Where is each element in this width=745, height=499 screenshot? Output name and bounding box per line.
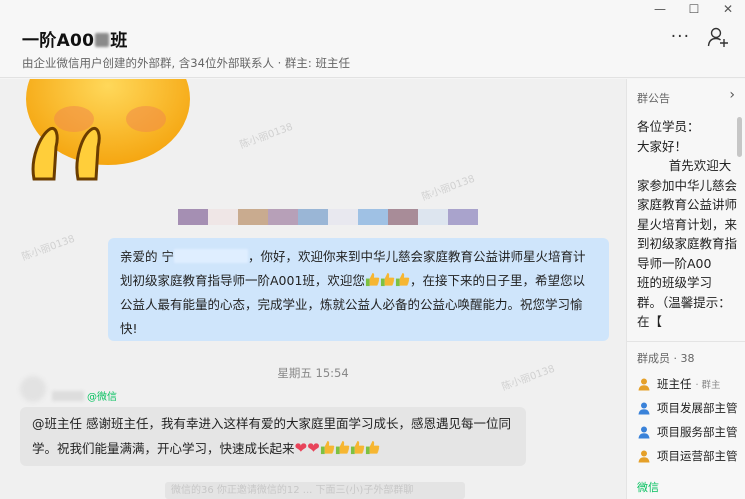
watermark: 陈小丽0138: [238, 121, 295, 152]
maximize-button[interactable]: ☐: [677, 0, 711, 18]
watermark: 陈小丽0138: [20, 233, 77, 264]
thumbs-up-icon: [365, 272, 380, 287]
wechat-label: 微信: [637, 481, 659, 494]
member-name: 项目运营部主管: [657, 449, 738, 463]
announcement-line: 大家好！: [637, 138, 688, 154]
window-controls: — ☐ ✕: [643, 0, 745, 18]
heart-icon: ❤: [294, 439, 308, 457]
message-bubble-self[interactable]: 亲爱的 宁，你好，欢迎你来到中华儿慈会家庭教育公益讲师星火培育计划初级家庭教育指…: [108, 238, 609, 341]
group-title-prefix: 一阶A00: [22, 31, 95, 51]
person-icon: [638, 378, 650, 391]
person-icon: [638, 450, 650, 463]
avatar[interactable]: [20, 376, 46, 402]
member-name: 班主任: [657, 377, 692, 391]
person-icon: [638, 426, 650, 439]
message-text: 班，欢迎您: [302, 273, 365, 288]
add-member-icon[interactable]: [707, 26, 729, 48]
thumbs-up-icon: [380, 272, 395, 287]
person-icon: [638, 402, 650, 415]
thumbs-up-icon: [335, 440, 349, 455]
redacted-name: [52, 391, 84, 401]
announcement-header[interactable]: 群公告: [637, 90, 670, 106]
redacted-mosaic: [178, 209, 478, 225]
more-options-button[interactable]: ···: [671, 27, 690, 47]
redacted-name: [173, 249, 248, 263]
message-text: 亲爱的 宁: [120, 249, 174, 264]
message-list[interactable]: 陈小丽0138 陈小丽0138 陈小丽0138 陈小丽0138 亲爱的 宁，你好…: [0, 79, 626, 499]
chevron-right-icon[interactable]: ›: [729, 87, 735, 103]
group-info-panel: 群公告 › 各位学员： 大家好！ 首先欢迎大家参加中华儿慈会家庭教育公益讲师星火…: [626, 79, 745, 499]
watermark: 陈小丽0138: [420, 173, 477, 204]
thumbs-up-icon: [320, 440, 334, 455]
member-role: · 群主: [695, 380, 721, 391]
announcement-content[interactable]: 各位学员： 大家好！ 首先欢迎大家参加中华儿慈会家庭教育公益讲师星火培育计划，来…: [637, 117, 737, 332]
member-item[interactable]: 班主任 · 群主: [637, 374, 721, 394]
minimize-button[interactable]: —: [643, 0, 677, 18]
member-item[interactable]: 项目运营部主管: [637, 446, 738, 466]
member-item[interactable]: 项目发展部主管: [637, 398, 738, 418]
message-bubble-other[interactable]: @班主任 感谢班主任，我有幸进入这样有爱的大家庭里面学习成长，感恩遇见每一位同学…: [20, 407, 526, 466]
message-text: @班主任 感谢班主任，我有幸进入这样有爱的大家庭里面学习成长，感恩遇见每一位同学…: [32, 416, 511, 456]
system-notice: 微信的36 你正邀请微信的12 ... 下面三(小)子外部群聊: [165, 482, 465, 499]
message-timestamp: 星期五 15:54: [277, 366, 349, 380]
group-subtitle: 由企业微信用户创建的外部群, 含34位外部联系人 · 群主: 班主任: [22, 56, 350, 70]
announcement-line: 各位学员：: [637, 119, 700, 134]
thumbs-up-icon: [350, 440, 364, 455]
member-name: 项目发展部主管: [657, 401, 738, 415]
member-name: 项目服务部主管: [657, 425, 738, 439]
group-title-suffix: 班: [110, 31, 128, 51]
member-item[interactable]: 项目服务部主管: [637, 422, 738, 442]
members-header[interactable]: 群成员 · 38: [627, 341, 745, 366]
heart-icon: ❤: [307, 439, 320, 457]
thumbs-up-icon: [365, 440, 379, 455]
close-button[interactable]: ✕: [711, 0, 745, 18]
sender-source: @微信: [87, 392, 117, 403]
announcement-line: 首先欢迎大家参加中华儿慈会家庭教育公益讲师星火培育计划，来到初级家庭教育指导师一…: [637, 158, 738, 271]
group-title: 一阶A00 班: [22, 26, 128, 51]
scrollbar[interactable]: [737, 117, 742, 157]
chat-header: — ☐ ✕ 一阶A00 班 由企业微信用户创建的外部群, 含34位外部联系人 · …: [0, 0, 745, 78]
emoji-sticker: [26, 79, 190, 181]
thumbs-up-icon: [395, 272, 410, 287]
redacted-mark: [95, 33, 110, 47]
announcement-line: 班的班级学习群。（温馨提示：在【: [637, 275, 731, 329]
chat-window: — ☐ ✕ 一阶A00 班 由企业微信用户创建的外部群, 含34位外部联系人 · …: [0, 0, 745, 499]
sender-name[interactable]: @微信: [52, 388, 117, 403]
